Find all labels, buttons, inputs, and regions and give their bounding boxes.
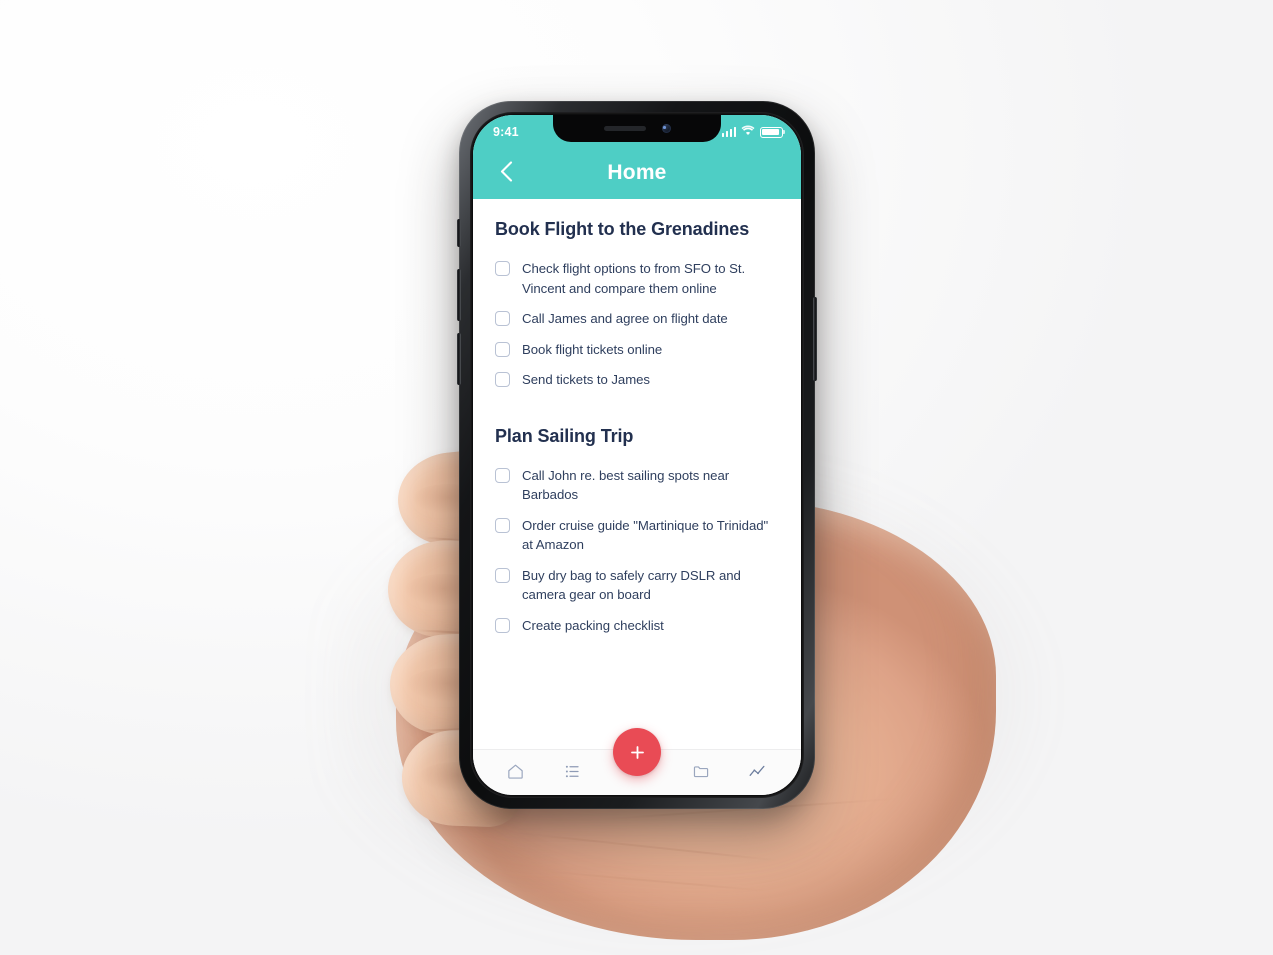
plus-icon	[628, 743, 647, 762]
task-item[interactable]: Buy dry bag to safely carry DSLR and cam…	[495, 561, 779, 611]
home-icon	[506, 762, 525, 784]
status-time: 9:41	[493, 125, 519, 139]
folder-icon	[692, 762, 711, 784]
bottom-navigation-bar	[473, 728, 801, 795]
wifi-icon	[741, 125, 755, 139]
power-button[interactable]	[813, 297, 817, 381]
phone-screen: 9:41 Home Book Flight to the Grenadines …	[473, 115, 801, 795]
chart-line-icon	[748, 762, 768, 784]
task-item[interactable]: Book flight tickets online	[495, 335, 779, 366]
task-checkbox[interactable]	[495, 341, 510, 357]
section-title: Book Flight to the Grenadines	[495, 219, 750, 239]
signal-bars-icon	[721, 127, 736, 137]
task-label: Buy dry bag to safely carry DSLR and cam…	[522, 567, 741, 603]
task-section-flight: Book Flight to the Grenadines Check flig…	[495, 219, 779, 396]
speaker-grille-icon	[603, 126, 646, 131]
task-checkbox[interactable]	[495, 467, 510, 483]
volume-down-button[interactable]	[457, 333, 461, 385]
notch	[553, 115, 721, 142]
task-item[interactable]: Send tickets to James	[495, 365, 779, 396]
status-icons	[721, 122, 783, 139]
task-label: Create packing checklist	[522, 617, 664, 633]
list-icon	[563, 762, 582, 784]
silent-switch-button[interactable]	[457, 219, 461, 247]
nav-home[interactable]	[496, 756, 536, 790]
volume-up-button[interactable]	[457, 269, 461, 321]
task-label: Call John re. best sailing spots near Ba…	[522, 467, 730, 503]
task-checkbox[interactable]	[495, 617, 510, 633]
task-label: Order cruise guide "Martinique to Trinid…	[522, 517, 769, 553]
task-item[interactable]: Order cruise guide "Martinique to Trinid…	[495, 511, 779, 561]
task-checkbox[interactable]	[495, 261, 510, 276]
battery-icon	[760, 126, 783, 138]
task-list-content: Book Flight to the Grenadines Check flig…	[473, 199, 801, 749]
task-checkbox[interactable]	[495, 567, 510, 583]
back-button[interactable]	[489, 156, 523, 190]
task-checkbox[interactable]	[495, 311, 510, 326]
task-checkbox[interactable]	[495, 372, 510, 387]
front-camera-icon	[661, 124, 671, 133]
phone-device: 9:41 Home Book Flight to the Grenadines …	[457, 101, 817, 809]
task-item[interactable]: Create packing checklist	[495, 611, 779, 642]
task-label: Send tickets to James	[522, 372, 650, 387]
task-section-sailing: Plan Sailing Trip Call John re. best sai…	[495, 426, 779, 642]
section-title: Plan Sailing Trip	[495, 425, 634, 446]
task-label: Book flight tickets online	[522, 341, 663, 357]
add-task-fab[interactable]	[613, 728, 661, 776]
task-label: Check flight options to from SFO to St. …	[522, 261, 746, 296]
nav-stats[interactable]	[738, 756, 778, 790]
task-item[interactable]: Call James and agree on flight date	[495, 304, 779, 335]
task-checkbox[interactable]	[495, 517, 510, 533]
task-item[interactable]: Check flight options to from SFO to St. …	[495, 254, 779, 304]
task-item[interactable]: Call John re. best sailing spots near Ba…	[495, 461, 779, 511]
task-label: Call James and agree on flight date	[522, 311, 728, 326]
nav-folder[interactable]	[681, 756, 721, 790]
nav-header: Home	[473, 146, 801, 199]
nav-list[interactable]	[553, 756, 593, 790]
chevron-left-icon	[500, 160, 513, 185]
phone-bezel: 9:41 Home Book Flight to the Grenadines …	[470, 112, 804, 798]
